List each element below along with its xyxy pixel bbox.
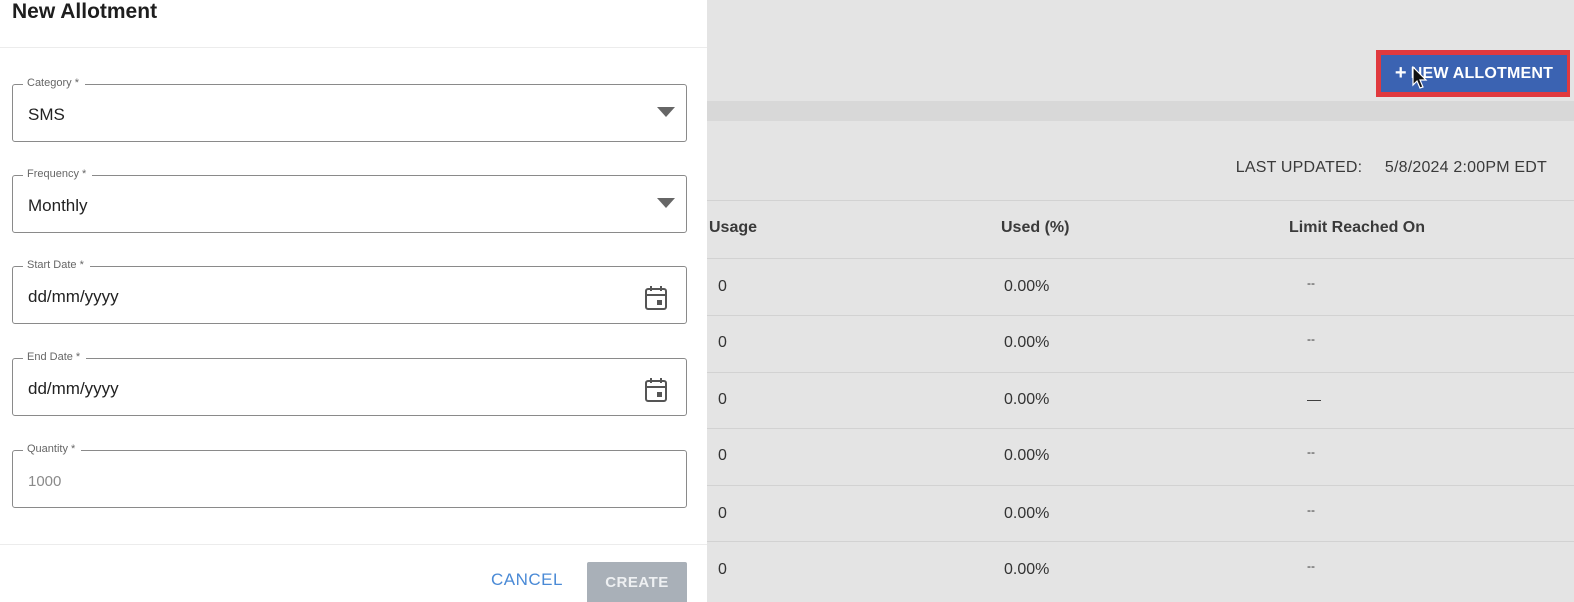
table-top-border: [707, 200, 1574, 201]
last-updated: LAST UPDATED: 5/8/2024 2:00PM EDT: [707, 159, 1547, 177]
category-value: SMS: [28, 105, 65, 124]
table-cell-usage: 0: [718, 391, 727, 408]
category-label: Category *: [23, 77, 85, 89]
table-cell-used-percent: 0.00%: [1004, 334, 1050, 351]
column-header-limit-reached-on[interactable]: Limit Reached On: [1289, 219, 1425, 237]
table-cell-limit-reached: --: [1307, 445, 1315, 459]
table-cell-limit-reached: --: [1307, 559, 1315, 573]
table-cell-limit-reached: —: [1307, 391, 1321, 407]
triangle-down-icon: [657, 107, 675, 117]
start-date-value: dd/mm/yyyy: [28, 287, 119, 306]
section-divider: [707, 101, 1574, 121]
plus-icon: +: [1394, 62, 1407, 84]
table-cell-limit-reached: --: [1307, 332, 1315, 346]
allotments-page: + NEW ALLOTMENT LAST UPDATED: 5/8/2024 2…: [707, 0, 1574, 602]
table-cell-usage: 0: [718, 447, 727, 464]
end-date-field[interactable]: End Date * dd/mm/yyyy: [12, 351, 687, 416]
table-row-divider: [707, 372, 1574, 373]
last-updated-value: 5/8/2024 2:00PM EDT: [1384, 159, 1547, 176]
table-cell-used-percent: 0.00%: [1004, 561, 1050, 578]
new-allotment-label: NEW ALLOTMENT: [1410, 64, 1554, 82]
table-row-divider: [707, 485, 1574, 486]
frequency-label: Frequency *: [23, 168, 93, 180]
table-row-divider: [707, 541, 1574, 542]
quantity-label: Quantity *: [23, 443, 82, 455]
table-cell-used-percent: 0.00%: [1004, 447, 1050, 464]
frequency-select[interactable]: Frequency * Monthly: [12, 168, 687, 233]
panel-title: New Allotment: [12, 0, 158, 23]
column-header-usage[interactable]: Usage: [709, 219, 757, 237]
table-cell-limit-reached: --: [1307, 503, 1315, 517]
column-header-used-percent[interactable]: Used (%): [1001, 219, 1069, 237]
table-cell-usage: 0: [718, 505, 727, 522]
quantity-field[interactable]: Quantity * 1000: [12, 443, 687, 508]
end-date-value: dd/mm/yyyy: [28, 379, 119, 398]
table-cell-usage: 0: [718, 278, 727, 295]
table-cell-limit-reached: --: [1307, 276, 1315, 290]
table-header-border: [707, 258, 1574, 259]
panel-footer-divider: [0, 544, 707, 545]
end-date-label: End Date *: [23, 351, 87, 363]
triangle-down-icon: [657, 198, 675, 208]
last-updated-label: LAST UPDATED:: [1235, 159, 1363, 176]
category-select[interactable]: Category * SMS: [12, 77, 687, 142]
new-allotment-panel: New Allotment Category * SMS Frequency *…: [0, 0, 707, 602]
quantity-placeholder: 1000: [28, 473, 62, 490]
table-cell-usage: 0: [718, 334, 727, 351]
table-cell-used-percent: 0.00%: [1004, 391, 1050, 408]
calendar-icon[interactable]: [644, 285, 668, 311]
frequency-value: Monthly: [28, 196, 88, 215]
calendar-icon[interactable]: [644, 377, 668, 403]
cancel-button[interactable]: CANCEL: [491, 570, 563, 590]
table-cell-used-percent: 0.00%: [1004, 505, 1050, 522]
mouse-pointer-icon: [1412, 66, 1428, 89]
start-date-field[interactable]: Start Date * dd/mm/yyyy: [12, 259, 687, 324]
new-allotment-button[interactable]: + NEW ALLOTMENT: [1381, 55, 1567, 92]
create-button[interactable]: CREATE: [587, 562, 687, 602]
panel-header-divider: [0, 47, 707, 48]
table-row-divider: [707, 428, 1574, 429]
start-date-label: Start Date *: [23, 259, 90, 271]
table-cell-used-percent: 0.00%: [1004, 278, 1050, 295]
table-row-divider: [707, 315, 1574, 316]
table-cell-usage: 0: [718, 561, 727, 578]
